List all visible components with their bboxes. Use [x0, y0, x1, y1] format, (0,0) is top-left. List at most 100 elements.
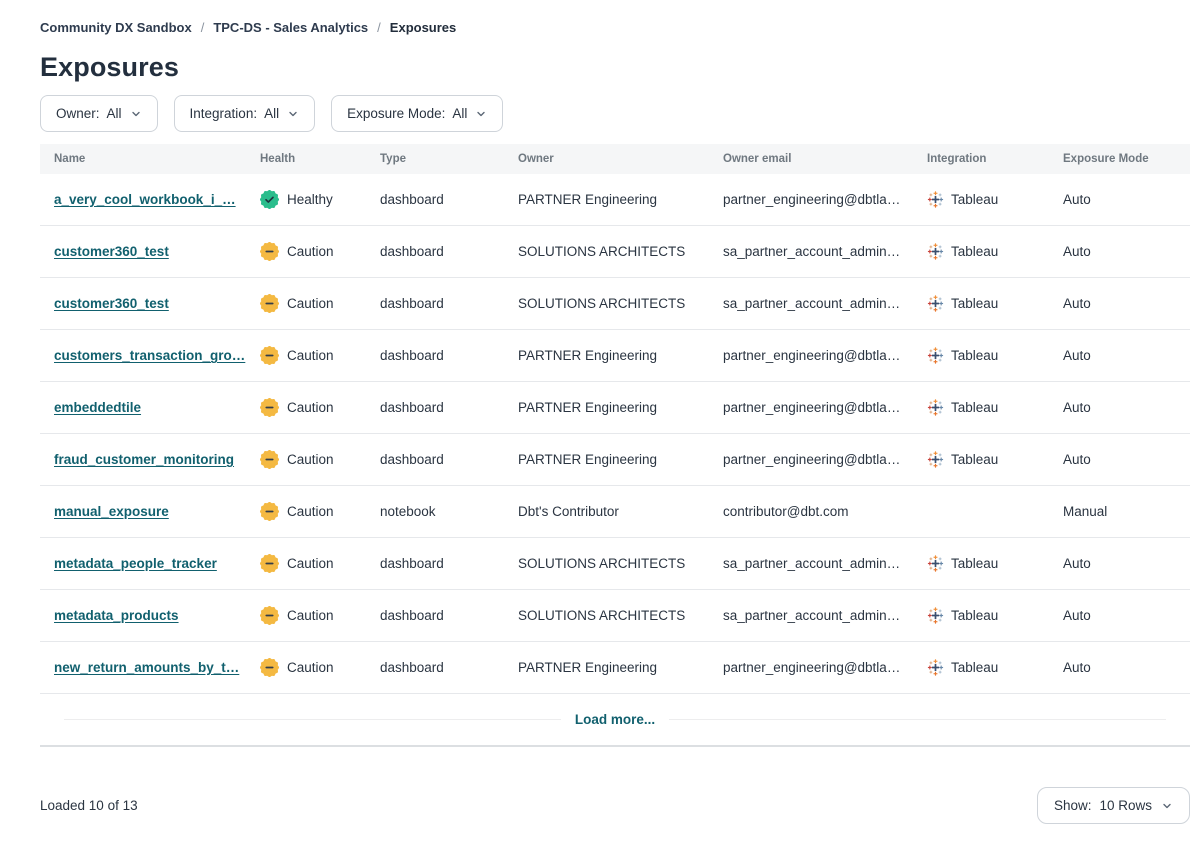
exposure-mode: Manual [1049, 504, 1190, 519]
column-header-integration: Integration [913, 153, 1049, 165]
exposure-name-link[interactable]: a_very_cool_workbook_i_… [54, 192, 236, 207]
table-row: customer360_test Caution dashboard SOLUT… [40, 278, 1190, 330]
exposure-mode: Auto [1049, 192, 1190, 207]
tableau-logo-icon [927, 399, 944, 416]
breadcrumb: Community DX Sandbox / TPC-DS - Sales An… [40, 20, 1190, 35]
exposure-owner: PARTNER Engineering [504, 660, 709, 675]
exposure-type: dashboard [366, 348, 504, 363]
tableau-logo-icon [927, 659, 944, 676]
integration-filter-dropdown[interactable]: Integration: All [174, 95, 316, 132]
exposure-owner: PARTNER Engineering [504, 348, 709, 363]
caution-badge-icon [260, 450, 279, 469]
divider-line [669, 719, 1166, 720]
health-status-text: Caution [287, 452, 334, 467]
integration-name: Tableau [951, 244, 998, 259]
integration-name: Tableau [951, 296, 998, 311]
column-header-owner: Owner [504, 153, 709, 165]
chevron-down-icon [475, 108, 487, 120]
exposure-owner-email: sa_partner_account_admin… [709, 608, 913, 623]
exposure-owner-email: sa_partner_account_admin… [709, 244, 913, 259]
integration-name: Tableau [951, 556, 998, 571]
health-status-text: Caution [287, 400, 334, 415]
exposure-type: dashboard [366, 244, 504, 259]
breadcrumb-item-account[interactable]: Community DX Sandbox [40, 20, 192, 35]
exposure-owner: PARTNER Engineering [504, 452, 709, 467]
table-header: Name Health Type Owner Owner email Integ… [40, 144, 1190, 174]
health-status-text: Caution [287, 296, 334, 311]
exposure-owner: SOLUTIONS ARCHITECTS [504, 608, 709, 623]
exposure-mode: Auto [1049, 296, 1190, 311]
health-status-text: Caution [287, 608, 334, 623]
exposure-type: dashboard [366, 660, 504, 675]
table-footer: Loaded 10 of 13 Show: 10 Rows [40, 787, 1190, 824]
exposure-mode-filter-dropdown[interactable]: Exposure Mode: All [331, 95, 503, 132]
tableau-logo-icon [927, 295, 944, 312]
table-row: customer360_test Caution dashboard SOLUT… [40, 226, 1190, 278]
exposure-owner-email: partner_engineering@dbtla… [709, 660, 913, 675]
integration-name: Tableau [951, 192, 998, 207]
exposure-name-link[interactable]: metadata_people_tracker [54, 556, 217, 571]
exposure-owner-email: partner_engineering@dbtla… [709, 348, 913, 363]
table-row: metadata_products Caution dashboard SOLU… [40, 590, 1190, 642]
caution-badge-icon [260, 242, 279, 261]
caution-badge-icon [260, 658, 279, 677]
healthy-badge-icon [260, 190, 279, 209]
exposure-name-link[interactable]: customer360_test [54, 296, 169, 311]
integration-name: Tableau [951, 660, 998, 675]
exposure-name-link[interactable]: manual_exposure [54, 504, 169, 519]
exposure-owner: SOLUTIONS ARCHITECTS [504, 296, 709, 311]
show-label: Show: [1054, 798, 1092, 813]
load-more-link[interactable]: Load more... [575, 712, 655, 727]
chevron-down-icon [130, 108, 142, 120]
filter-label: Owner: [56, 106, 100, 121]
filter-value: All [107, 106, 122, 121]
exposure-type: dashboard [366, 452, 504, 467]
health-status-text: Healthy [287, 192, 333, 207]
exposure-type: dashboard [366, 192, 504, 207]
caution-badge-icon [260, 502, 279, 521]
exposure-owner-email: sa_partner_account_admin… [709, 296, 913, 311]
exposure-owner: SOLUTIONS ARCHITECTS [504, 556, 709, 571]
chevron-down-icon [1161, 800, 1173, 812]
integration-name: Tableau [951, 348, 998, 363]
health-status-text: Caution [287, 504, 334, 519]
tableau-logo-icon [927, 347, 944, 364]
show-rows-dropdown[interactable]: Show: 10 Rows [1037, 787, 1190, 824]
owner-filter-dropdown[interactable]: Owner: All [40, 95, 158, 132]
filter-label: Integration: [190, 106, 258, 121]
exposure-mode: Auto [1049, 452, 1190, 467]
table-row: metadata_people_tracker Caution dashboar… [40, 538, 1190, 590]
caution-badge-icon [260, 554, 279, 573]
column-header-owner-email: Owner email [709, 153, 913, 165]
table-row: manual_exposure Caution notebook Dbt's C… [40, 486, 1190, 538]
exposure-name-link[interactable]: customers_transaction_gro… [54, 348, 245, 363]
loaded-count-text: Loaded 10 of 13 [40, 798, 138, 813]
exposure-name-link[interactable]: fraud_customer_monitoring [54, 452, 234, 467]
filter-bar: Owner: All Integration: All Exposure Mod… [40, 95, 1190, 132]
table-row: customers_transaction_gro… Caution dashb… [40, 330, 1190, 382]
breadcrumb-item-project[interactable]: TPC-DS - Sales Analytics [213, 20, 368, 35]
chevron-down-icon [287, 108, 299, 120]
column-header-exposure-mode: Exposure Mode [1049, 153, 1190, 165]
exposure-owner-email: sa_partner_account_admin… [709, 556, 913, 571]
exposures-table: Name Health Type Owner Owner email Integ… [40, 144, 1190, 747]
exposure-name-link[interactable]: customer360_test [54, 244, 169, 259]
caution-badge-icon [260, 606, 279, 625]
caution-badge-icon [260, 346, 279, 365]
caution-badge-icon [260, 294, 279, 313]
exposure-owner-email: partner_engineering@dbtla… [709, 400, 913, 415]
table-row: a_very_cool_workbook_i_… Healthy dashboa… [40, 174, 1190, 226]
exposure-name-link[interactable]: metadata_products [54, 608, 179, 623]
exposure-name-link[interactable]: embeddedtile [54, 400, 141, 415]
exposure-type: dashboard [366, 400, 504, 415]
column-header-name: Name [40, 153, 246, 165]
integration-name: Tableau [951, 452, 998, 467]
table-row: embeddedtile Caution dashboard PARTNER E… [40, 382, 1190, 434]
exposure-name-link[interactable]: new_return_amounts_by_t… [54, 660, 239, 675]
caution-badge-icon [260, 398, 279, 417]
breadcrumb-separator: / [201, 20, 205, 35]
health-status-text: Caution [287, 660, 334, 675]
exposure-mode: Auto [1049, 244, 1190, 259]
exposure-type: dashboard [366, 296, 504, 311]
integration-name: Tableau [951, 400, 998, 415]
